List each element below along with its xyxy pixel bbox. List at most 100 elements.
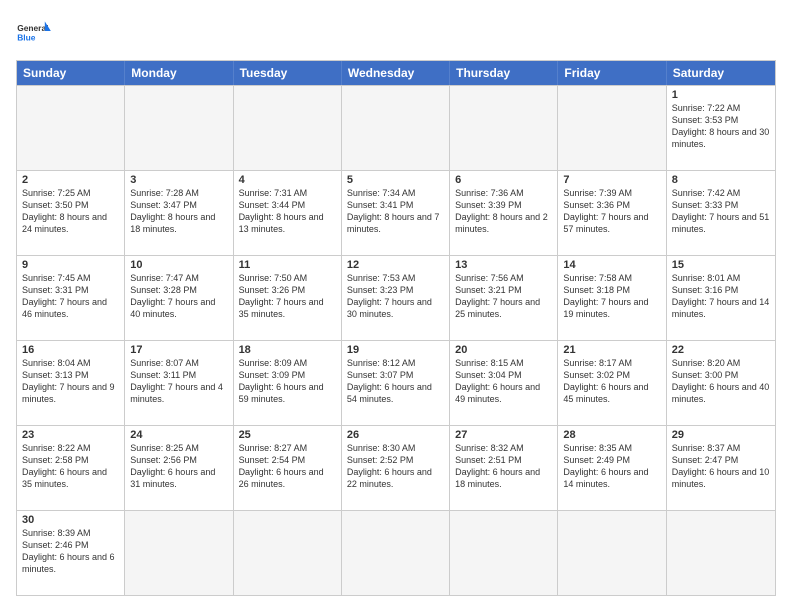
- calendar-empty-cell: [667, 511, 775, 595]
- generalblue-logo-icon: General Blue: [16, 16, 52, 52]
- day-number: 16: [22, 344, 119, 356]
- calendar-day-17: 17Sunrise: 8:07 AM Sunset: 3:11 PM Dayli…: [125, 341, 233, 425]
- day-number: 6: [455, 174, 552, 186]
- calendar-day-7: 7Sunrise: 7:39 AM Sunset: 3:36 PM Daylig…: [558, 171, 666, 255]
- day-info: Sunrise: 7:39 AM Sunset: 3:36 PM Dayligh…: [563, 187, 660, 236]
- day-number: 5: [347, 174, 444, 186]
- day-number: 26: [347, 429, 444, 441]
- calendar-week-4: 16Sunrise: 8:04 AM Sunset: 3:13 PM Dayli…: [17, 340, 775, 425]
- day-number: 15: [672, 259, 770, 271]
- day-number: 21: [563, 344, 660, 356]
- day-info: Sunrise: 8:15 AM Sunset: 3:04 PM Dayligh…: [455, 357, 552, 406]
- day-info: Sunrise: 8:22 AM Sunset: 2:58 PM Dayligh…: [22, 442, 119, 491]
- day-info: Sunrise: 7:58 AM Sunset: 3:18 PM Dayligh…: [563, 272, 660, 321]
- day-number: 11: [239, 259, 336, 271]
- day-number: 8: [672, 174, 770, 186]
- calendar-day-18: 18Sunrise: 8:09 AM Sunset: 3:09 PM Dayli…: [234, 341, 342, 425]
- svg-text:General: General: [17, 23, 48, 33]
- page: General Blue SundayMondayTuesdayWednesda…: [0, 0, 792, 612]
- day-number: 17: [130, 344, 227, 356]
- calendar-empty-cell: [558, 86, 666, 170]
- calendar-day-29: 29Sunrise: 8:37 AM Sunset: 2:47 PM Dayli…: [667, 426, 775, 510]
- calendar-day-25: 25Sunrise: 8:27 AM Sunset: 2:54 PM Dayli…: [234, 426, 342, 510]
- calendar-day-4: 4Sunrise: 7:31 AM Sunset: 3:44 PM Daylig…: [234, 171, 342, 255]
- calendar-empty-cell: [450, 511, 558, 595]
- day-info: Sunrise: 8:37 AM Sunset: 2:47 PM Dayligh…: [672, 442, 770, 491]
- day-of-week-wednesday: Wednesday: [342, 61, 450, 85]
- day-info: Sunrise: 8:30 AM Sunset: 2:52 PM Dayligh…: [347, 442, 444, 491]
- day-info: Sunrise: 8:17 AM Sunset: 3:02 PM Dayligh…: [563, 357, 660, 406]
- calendar-day-20: 20Sunrise: 8:15 AM Sunset: 3:04 PM Dayli…: [450, 341, 558, 425]
- day-number: 3: [130, 174, 227, 186]
- day-info: Sunrise: 7:42 AM Sunset: 3:33 PM Dayligh…: [672, 187, 770, 236]
- day-info: Sunrise: 8:39 AM Sunset: 2:46 PM Dayligh…: [22, 527, 119, 576]
- calendar-header: SundayMondayTuesdayWednesdayThursdayFrid…: [17, 61, 775, 85]
- calendar-empty-cell: [125, 86, 233, 170]
- calendar-day-12: 12Sunrise: 7:53 AM Sunset: 3:23 PM Dayli…: [342, 256, 450, 340]
- calendar-empty-cell: [17, 86, 125, 170]
- day-number: 20: [455, 344, 552, 356]
- day-of-week-thursday: Thursday: [450, 61, 558, 85]
- day-of-week-monday: Monday: [125, 61, 233, 85]
- calendar-week-5: 23Sunrise: 8:22 AM Sunset: 2:58 PM Dayli…: [17, 425, 775, 510]
- calendar-day-11: 11Sunrise: 7:50 AM Sunset: 3:26 PM Dayli…: [234, 256, 342, 340]
- day-number: 27: [455, 429, 552, 441]
- calendar-day-21: 21Sunrise: 8:17 AM Sunset: 3:02 PM Dayli…: [558, 341, 666, 425]
- calendar-day-3: 3Sunrise: 7:28 AM Sunset: 3:47 PM Daylig…: [125, 171, 233, 255]
- day-info: Sunrise: 7:25 AM Sunset: 3:50 PM Dayligh…: [22, 187, 119, 236]
- calendar: SundayMondayTuesdayWednesdayThursdayFrid…: [16, 60, 776, 596]
- day-number: 10: [130, 259, 227, 271]
- svg-text:Blue: Blue: [17, 33, 36, 43]
- day-info: Sunrise: 8:04 AM Sunset: 3:13 PM Dayligh…: [22, 357, 119, 406]
- calendar-day-6: 6Sunrise: 7:36 AM Sunset: 3:39 PM Daylig…: [450, 171, 558, 255]
- day-number: 1: [672, 89, 770, 101]
- calendar-day-26: 26Sunrise: 8:30 AM Sunset: 2:52 PM Dayli…: [342, 426, 450, 510]
- day-info: Sunrise: 7:56 AM Sunset: 3:21 PM Dayligh…: [455, 272, 552, 321]
- calendar-empty-cell: [342, 86, 450, 170]
- day-info: Sunrise: 8:07 AM Sunset: 3:11 PM Dayligh…: [130, 357, 227, 406]
- day-number: 18: [239, 344, 336, 356]
- calendar-empty-cell: [125, 511, 233, 595]
- calendar-day-28: 28Sunrise: 8:35 AM Sunset: 2:49 PM Dayli…: [558, 426, 666, 510]
- calendar-day-8: 8Sunrise: 7:42 AM Sunset: 3:33 PM Daylig…: [667, 171, 775, 255]
- calendar-week-1: 1Sunrise: 7:22 AM Sunset: 3:53 PM Daylig…: [17, 85, 775, 170]
- day-info: Sunrise: 7:53 AM Sunset: 3:23 PM Dayligh…: [347, 272, 444, 321]
- calendar-day-24: 24Sunrise: 8:25 AM Sunset: 2:56 PM Dayli…: [125, 426, 233, 510]
- calendar-day-16: 16Sunrise: 8:04 AM Sunset: 3:13 PM Dayli…: [17, 341, 125, 425]
- logo: General Blue: [16, 16, 52, 52]
- day-of-week-tuesday: Tuesday: [234, 61, 342, 85]
- day-number: 9: [22, 259, 119, 271]
- day-number: 25: [239, 429, 336, 441]
- day-info: Sunrise: 7:50 AM Sunset: 3:26 PM Dayligh…: [239, 272, 336, 321]
- header: General Blue: [16, 16, 776, 52]
- day-number: 14: [563, 259, 660, 271]
- day-number: 23: [22, 429, 119, 441]
- day-of-week-friday: Friday: [558, 61, 666, 85]
- calendar-week-3: 9Sunrise: 7:45 AM Sunset: 3:31 PM Daylig…: [17, 255, 775, 340]
- calendar-week-6: 30Sunrise: 8:39 AM Sunset: 2:46 PM Dayli…: [17, 510, 775, 595]
- day-number: 2: [22, 174, 119, 186]
- day-of-week-sunday: Sunday: [17, 61, 125, 85]
- calendar-day-14: 14Sunrise: 7:58 AM Sunset: 3:18 PM Dayli…: [558, 256, 666, 340]
- day-info: Sunrise: 8:01 AM Sunset: 3:16 PM Dayligh…: [672, 272, 770, 321]
- calendar-day-13: 13Sunrise: 7:56 AM Sunset: 3:21 PM Dayli…: [450, 256, 558, 340]
- calendar-day-1: 1Sunrise: 7:22 AM Sunset: 3:53 PM Daylig…: [667, 86, 775, 170]
- day-info: Sunrise: 7:34 AM Sunset: 3:41 PM Dayligh…: [347, 187, 444, 236]
- calendar-day-10: 10Sunrise: 7:47 AM Sunset: 3:28 PM Dayli…: [125, 256, 233, 340]
- calendar-day-22: 22Sunrise: 8:20 AM Sunset: 3:00 PM Dayli…: [667, 341, 775, 425]
- calendar-week-2: 2Sunrise: 7:25 AM Sunset: 3:50 PM Daylig…: [17, 170, 775, 255]
- day-info: Sunrise: 7:36 AM Sunset: 3:39 PM Dayligh…: [455, 187, 552, 236]
- calendar-empty-cell: [342, 511, 450, 595]
- day-info: Sunrise: 7:31 AM Sunset: 3:44 PM Dayligh…: [239, 187, 336, 236]
- calendar-empty-cell: [234, 511, 342, 595]
- day-info: Sunrise: 8:12 AM Sunset: 3:07 PM Dayligh…: [347, 357, 444, 406]
- calendar-day-5: 5Sunrise: 7:34 AM Sunset: 3:41 PM Daylig…: [342, 171, 450, 255]
- calendar-day-23: 23Sunrise: 8:22 AM Sunset: 2:58 PM Dayli…: [17, 426, 125, 510]
- day-number: 29: [672, 429, 770, 441]
- day-info: Sunrise: 8:35 AM Sunset: 2:49 PM Dayligh…: [563, 442, 660, 491]
- day-number: 30: [22, 514, 119, 526]
- calendar-day-15: 15Sunrise: 8:01 AM Sunset: 3:16 PM Dayli…: [667, 256, 775, 340]
- day-number: 12: [347, 259, 444, 271]
- day-info: Sunrise: 7:47 AM Sunset: 3:28 PM Dayligh…: [130, 272, 227, 321]
- day-info: Sunrise: 8:27 AM Sunset: 2:54 PM Dayligh…: [239, 442, 336, 491]
